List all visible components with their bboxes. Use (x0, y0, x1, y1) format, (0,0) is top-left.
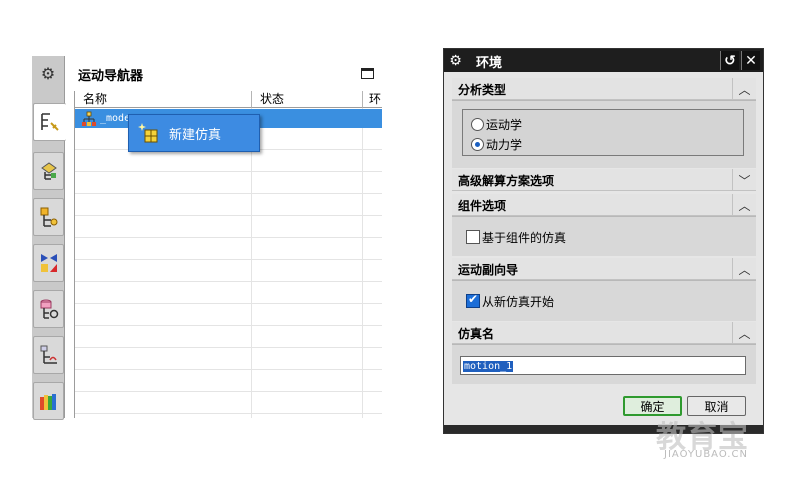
checkbox-label: 基于组件的仿真 (482, 230, 567, 245)
tab-constraint-navigator[interactable] (33, 198, 64, 236)
simulation-name-value: motion_1 (463, 361, 514, 372)
checkbox[interactable] (466, 292, 480, 308)
table-row[interactable] (75, 172, 382, 194)
table-row[interactable] (75, 216, 382, 238)
table-row[interactable] (75, 348, 382, 370)
analysis-type-body: 运动学 动力学 (452, 100, 756, 168)
tab-hd3d-tools[interactable] (33, 336, 64, 374)
simulation-name-input[interactable]: motion_1 (460, 356, 746, 375)
context-menu-new-simulation[interactable]: 新建仿真 (128, 114, 260, 152)
model-node[interactable]: _mode (81, 110, 130, 127)
column-header-status[interactable]: 状态 (252, 91, 363, 108)
table-row[interactable] (75, 194, 382, 216)
navigator-title: 运动导航器 (78, 69, 144, 84)
chevron-up-icon[interactable]: ︿ (732, 322, 756, 344)
tab-motion-navigator[interactable] (33, 103, 66, 141)
radio-dynamics[interactable]: 动力学 (471, 135, 522, 153)
table-row[interactable] (75, 370, 382, 392)
radio-label: 运动学 (486, 117, 523, 132)
assembly-navigator-icon (40, 162, 57, 180)
reset-icon[interactable]: ↺ (720, 51, 739, 70)
book-stack-icon (39, 394, 56, 410)
watermark-url: JIAOYUBAO.CN (664, 449, 748, 460)
tab-system-materials[interactable] (33, 382, 64, 420)
column-header-environment[interactable]: 环 (363, 91, 382, 108)
motion-wizard-body: 从新仿真开始 (452, 280, 756, 321)
resource-bar: ⚙ (32, 56, 66, 420)
column-header-name[interactable]: 名称 (75, 91, 252, 108)
section-title: 运动副向导 (458, 263, 519, 277)
table-row[interactable] (75, 260, 382, 282)
tab-assembly-navigator[interactable] (33, 152, 64, 190)
table-row[interactable] (75, 326, 382, 348)
tab-part-navigator[interactable] (33, 244, 64, 282)
hd3d-tools-icon (40, 345, 57, 364)
checkbox-label: 从新仿真开始 (482, 294, 555, 309)
radio-button[interactable] (471, 137, 484, 151)
radio-label: 动力学 (486, 137, 523, 152)
model-node-label: _mode (100, 113, 131, 124)
checkbox[interactable] (466, 230, 480, 244)
new-simulation-icon (138, 123, 158, 143)
section-analysis-type[interactable]: 分析类型 ︿ (452, 78, 756, 100)
section-simulation-name[interactable]: 仿真名 ︿ (452, 322, 756, 344)
section-title: 分析类型 (458, 83, 507, 97)
chevron-up-icon[interactable]: ︿ (732, 194, 756, 216)
gear-icon[interactable]: ⚙ (38, 63, 58, 83)
table-row[interactable] (75, 282, 382, 304)
context-menu-label: 新建仿真 (169, 127, 222, 143)
radio-button[interactable] (471, 117, 484, 131)
table-row[interactable] (75, 238, 382, 260)
close-icon[interactable]: ✕ (741, 51, 760, 70)
part-navigator-icon (40, 254, 57, 272)
chevron-up-icon[interactable]: ︿ (732, 78, 756, 100)
dialog-titlebar: ⚙ 环境 ↺ ✕ (444, 49, 763, 72)
constraint-navigator-icon (40, 207, 57, 227)
maximize-icon[interactable] (361, 68, 374, 79)
dialog-title: 环境 (476, 56, 503, 71)
section-component-options[interactable]: 组件选项 ︿ (452, 194, 756, 216)
reuse-library-icon (40, 299, 58, 319)
radio-kinematics[interactable]: 运动学 (471, 115, 522, 133)
analysis-type-group: 运动学 动力学 (462, 109, 744, 156)
section-title: 仿真名 (458, 327, 495, 341)
section-advanced-solver[interactable]: 高级解算方案选项 ﹀ (452, 169, 756, 191)
tab-reuse-library[interactable] (33, 290, 64, 328)
gear-icon[interactable]: ⚙ (447, 52, 464, 69)
assembly-tree-icon (82, 111, 96, 126)
component-options-body: 基于组件的仿真 (452, 216, 756, 256)
environment-dialog: ⚙ 环境 ↺ ✕ 分析类型 ︿ 运动学 动力学 高级解算方案选项 ﹀ 组件选项 … (443, 48, 764, 434)
component-based-sim-checkbox-row[interactable]: 基于组件的仿真 (466, 228, 566, 246)
table-row[interactable] (75, 304, 382, 326)
motion-navigator-panel: ⚙ 运动导航器 名称 状态 环 _mode 新建仿真 (32, 56, 382, 420)
chevron-up-icon[interactable]: ︿ (732, 258, 756, 280)
section-title: 组件选项 (458, 199, 507, 213)
table-row[interactable] (75, 392, 382, 414)
table-row[interactable] (75, 150, 382, 172)
motion-navigator-icon (41, 113, 59, 131)
section-motion-wizard[interactable]: 运动副向导 ︿ (452, 258, 756, 280)
chevron-down-icon[interactable]: ﹀ (732, 169, 756, 191)
section-title: 高级解算方案选项 (458, 174, 555, 188)
new-sim-checkbox-row[interactable]: 从新仿真开始 (466, 292, 554, 310)
